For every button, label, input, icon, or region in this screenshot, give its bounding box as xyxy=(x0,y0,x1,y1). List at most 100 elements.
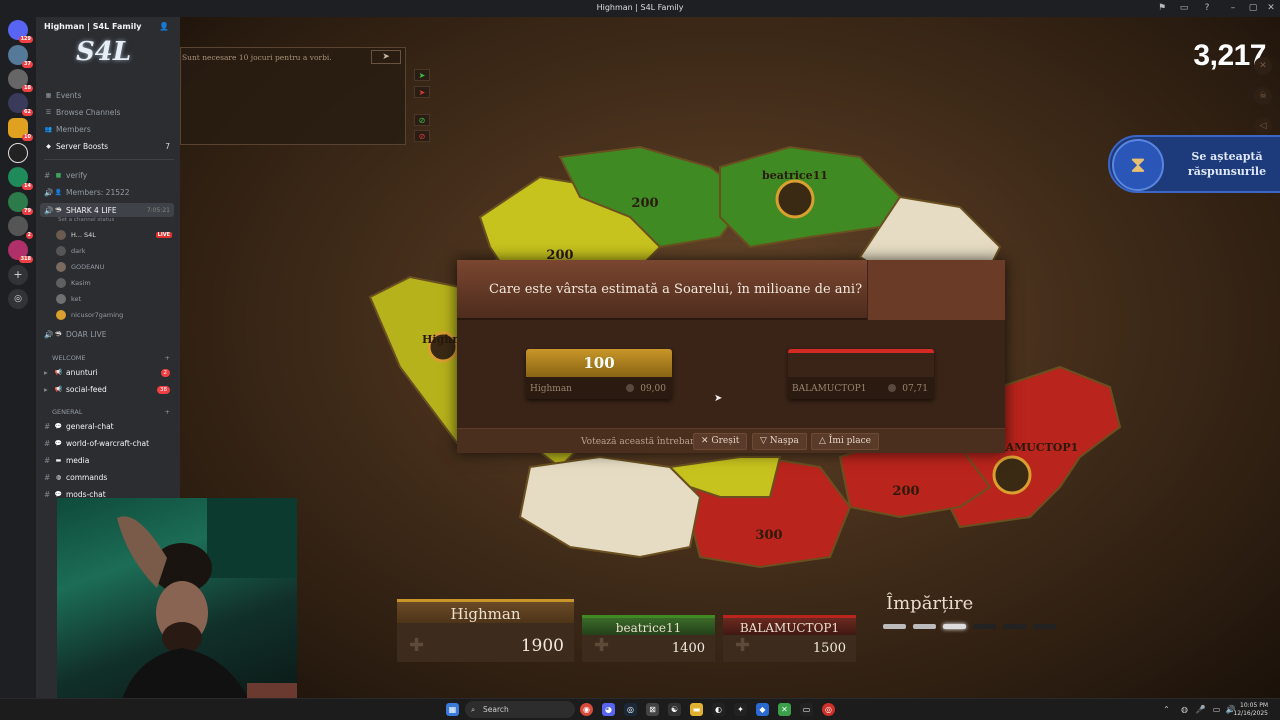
minimize-icon[interactable]: – xyxy=(1228,3,1238,13)
plus-icon: ✚ xyxy=(735,635,751,656)
vote-bar: Votează această întrebare: ✕ Greșit ▽ Na… xyxy=(457,428,1005,453)
folder-icon[interactable]: ▬ xyxy=(690,703,703,716)
inbox-icon[interactable]: ⚑ xyxy=(1157,3,1167,13)
xbox-icon[interactable]: ✕ xyxy=(778,703,791,716)
channel-anunturi[interactable]: ▸ 📢 anunturi 2 xyxy=(44,365,174,380)
player-card: Highman ✚ 1900 xyxy=(397,599,574,662)
player-card: beatrice11 ✚ 1400 xyxy=(582,615,715,662)
app-icon[interactable]: ✦ xyxy=(734,703,747,716)
round-indicator xyxy=(1033,624,1056,629)
taskbar-clock[interactable]: 10:05 PM 12/16/2025 xyxy=(1233,702,1268,718)
voice-channel-doar-live[interactable]: 🔊 🦈 DOAR LIVE xyxy=(44,327,174,342)
timer-icon xyxy=(626,384,635,392)
region-value: 200 xyxy=(631,196,658,211)
add-server-icon[interactable]: + xyxy=(8,265,28,285)
clock-time: 10:05 PM xyxy=(1240,702,1268,709)
close-icon[interactable]: ✕ xyxy=(1266,3,1276,13)
close-game-icon[interactable]: ✕ xyxy=(1254,57,1272,75)
voice-user[interactable]: Kasim xyxy=(56,276,174,290)
app-icon[interactable]: ◐ xyxy=(712,703,725,716)
windows-start-icon[interactable]: ▦ xyxy=(446,703,459,716)
steam-icon[interactable]: ◎ xyxy=(624,703,637,716)
waiting-text: Se așteaptă răspunsurile xyxy=(1187,150,1267,178)
voice-user[interactable]: nicusor7gaming xyxy=(56,308,174,322)
menu-members[interactable]: 👥 Members xyxy=(44,122,174,137)
channel-status[interactable]: Set a channel status xyxy=(58,217,114,223)
sound-icon[interactable]: ◁ xyxy=(1254,117,1272,135)
screen-icon[interactable]: ▭ xyxy=(1179,3,1189,13)
server-icon[interactable]: 14 xyxy=(8,167,33,190)
server-icon[interactable]: 18 xyxy=(8,69,33,92)
app-icon[interactable]: ◆ xyxy=(756,703,769,716)
channel-verify[interactable]: # ■ verify xyxy=(44,168,174,183)
app-icon[interactable]: ◎ xyxy=(822,703,835,716)
server-icon[interactable] xyxy=(8,143,28,163)
live-badge: LIVE xyxy=(155,232,172,238)
menu-server-boosts[interactable]: ◆ Server Boosts 7 xyxy=(44,139,174,154)
channel-social-feed[interactable]: ▸ 📢 social-feed 38 xyxy=(44,382,174,397)
game-chat-panel: Sunt necesare 10 jocuri pentru a vorbi. … xyxy=(180,47,406,145)
send-red-icon[interactable]: ➤ xyxy=(414,86,430,98)
player-card: BALAMUCTOP1 ✚ 1500 xyxy=(723,615,856,662)
mic-icon[interactable]: 🎤 xyxy=(1194,703,1207,716)
question-text: Care este vârsta estimată a Soarelui, în… xyxy=(489,282,863,297)
send-icon[interactable]: ➤ xyxy=(371,50,401,64)
player-points: 1900 xyxy=(520,636,564,656)
voice-user[interactable]: dark xyxy=(56,244,174,258)
help-icon[interactable]: ? xyxy=(1202,3,1212,13)
answer-value xyxy=(788,349,934,377)
server-name[interactable]: Highman | S4L Family xyxy=(44,22,141,31)
network-icon[interactable]: ▭ xyxy=(1210,703,1223,716)
chevron-up-icon[interactable]: ⌃ xyxy=(1160,703,1173,716)
server-icon[interactable]: 79 xyxy=(8,192,33,215)
vote-like-button[interactable]: △ Îmi place xyxy=(811,433,879,450)
mouse-cursor-icon: ➤ xyxy=(714,393,723,404)
server-icon[interactable]: 2 xyxy=(8,216,33,239)
maximize-icon[interactable]: ▢ xyxy=(1248,3,1258,13)
round-indicator xyxy=(883,624,906,629)
app-icon[interactable]: ▭ xyxy=(800,703,813,716)
tray-icon[interactable]: ◍ xyxy=(1178,703,1191,716)
channel-general-chat[interactable]: # 💬 general-chat xyxy=(44,419,174,434)
send-green-icon[interactable]: ➤ xyxy=(414,69,430,81)
app-icon[interactable]: ⊠ xyxy=(646,703,659,716)
region-south-neutral[interactable] xyxy=(518,455,702,559)
channel-commands[interactable]: # ◍ commands xyxy=(44,470,174,485)
webcam-image xyxy=(117,498,297,720)
voice-user[interactable]: GODEANU xyxy=(56,260,174,274)
discord-icon[interactable]: ◕ xyxy=(602,703,615,716)
category-welcome[interactable]: WELCOME + xyxy=(44,350,174,365)
round-indicator xyxy=(913,624,936,629)
server-icon[interactable]: 10 xyxy=(8,118,33,141)
category-general[interactable]: GENERAL + xyxy=(44,404,174,419)
server-icon[interactable]: 318 xyxy=(8,240,33,263)
voice-channel-shark[interactable]: 🔊 🦈 SHARK 4 LIFE 7:05:21 xyxy=(40,203,174,217)
server-icon[interactable]: 37 xyxy=(8,45,33,68)
player-points: 1500 xyxy=(812,641,846,656)
discover-icon[interactable]: ◎ xyxy=(8,289,28,309)
castle-icon xyxy=(992,455,1032,495)
taskbar-search[interactable]: ⌕ Search xyxy=(465,701,575,718)
plus-icon: ✚ xyxy=(594,635,610,656)
invite-icon[interactable]: 👤 xyxy=(159,22,169,31)
clock-date: 12/16/2025 xyxy=(1233,710,1268,717)
channel-members-count[interactable]: 🔊 👤 Members: 21522 xyxy=(44,185,174,200)
voice-user[interactable]: H... S4L LIVE xyxy=(56,228,174,242)
server-icon[interactable]: 62 xyxy=(8,93,33,116)
menu-events[interactable]: ▦ Events xyxy=(44,88,174,103)
voice-user[interactable]: ket xyxy=(56,292,174,306)
chrome-icon[interactable]: ◉ xyxy=(580,703,593,716)
menu-browse-channels[interactable]: ☰ Browse Channels xyxy=(44,105,174,120)
skull-icon[interactable]: ☠ xyxy=(1254,87,1272,105)
vote-wrong-button[interactable]: ✕ Greșit xyxy=(693,433,748,450)
chat-hint: Sunt necesare 10 jocuri pentru a vorbi. xyxy=(182,53,332,62)
channel-wow-chat[interactable]: # 💬 world-of-warcraft-chat xyxy=(44,436,174,451)
search-icon: ⌕ xyxy=(471,705,476,714)
dm-home-icon[interactable]: 129 xyxy=(8,20,33,43)
divider xyxy=(44,159,174,160)
allow-icon[interactable]: ⊘ xyxy=(414,114,430,126)
app-icon[interactable]: ☯ xyxy=(668,703,681,716)
vote-dislike-button[interactable]: ▽ Nașpa xyxy=(752,433,807,450)
channel-media[interactable]: # ▬ media xyxy=(44,453,174,468)
timer-icon xyxy=(888,384,897,392)
